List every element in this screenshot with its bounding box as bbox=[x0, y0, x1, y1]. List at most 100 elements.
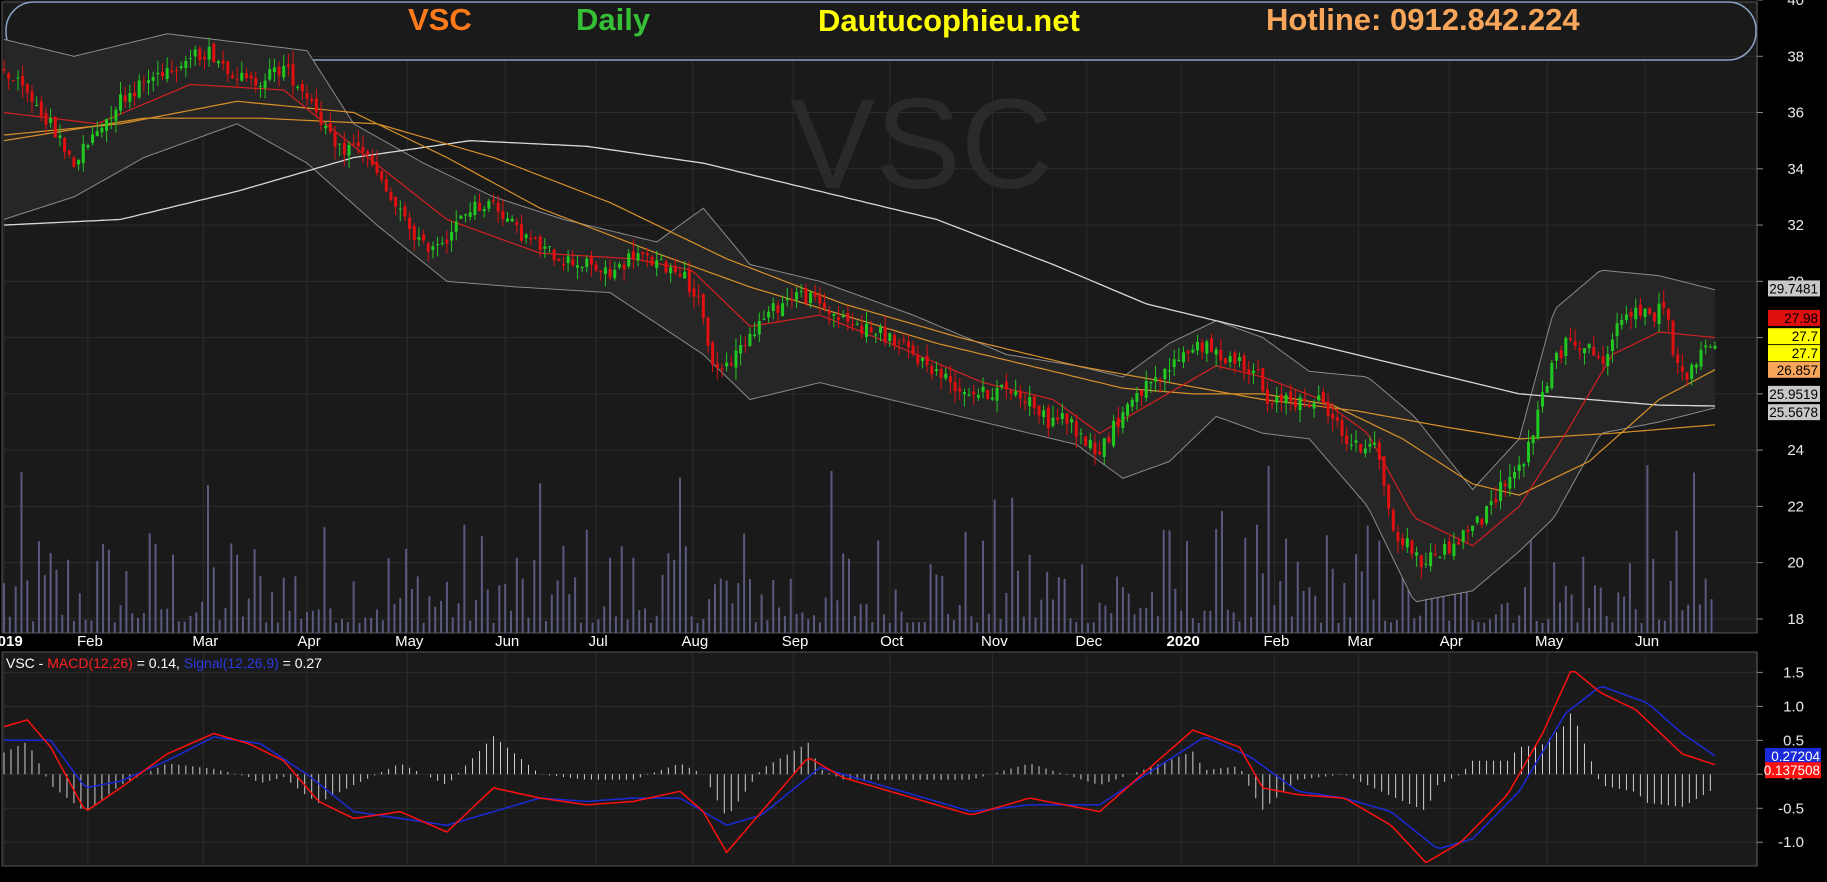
candle-body bbox=[701, 294, 705, 319]
candle-body bbox=[1009, 390, 1013, 394]
candle-body bbox=[1596, 356, 1600, 358]
candle-body bbox=[184, 60, 188, 69]
candle-body bbox=[1471, 525, 1475, 532]
candle-body bbox=[1489, 501, 1493, 506]
macd-tick-label: 0.5 bbox=[1783, 732, 1804, 749]
candle-body bbox=[1018, 391, 1022, 399]
candle-body bbox=[804, 288, 808, 304]
price-tick-label: 20 bbox=[1787, 555, 1804, 572]
candle-body bbox=[91, 134, 95, 143]
candle-body bbox=[398, 208, 402, 210]
candle-body bbox=[1461, 530, 1465, 542]
candle-body bbox=[1396, 532, 1400, 542]
candle-body bbox=[193, 49, 197, 57]
candle-body bbox=[1219, 350, 1223, 361]
candle-body bbox=[272, 67, 276, 72]
candle-body bbox=[1373, 442, 1377, 445]
candle-body bbox=[925, 355, 929, 366]
candle-body bbox=[1545, 385, 1549, 393]
candle-body bbox=[1713, 345, 1717, 349]
x-tick-label: Mar bbox=[192, 633, 218, 650]
candle-body bbox=[1587, 343, 1591, 349]
candle-body bbox=[510, 218, 514, 222]
candle-body bbox=[389, 191, 393, 200]
candle-body bbox=[1368, 443, 1372, 447]
candle-body bbox=[589, 256, 593, 265]
price-tag-label: 26.857 bbox=[1777, 363, 1818, 378]
candle-body bbox=[837, 317, 841, 320]
candle-body bbox=[1149, 381, 1153, 384]
candle-body bbox=[1690, 364, 1694, 379]
stock-chart: VSC VSC Daily Dautucophieu.net Hotline: … bbox=[0, 0, 1827, 882]
candle-body bbox=[739, 345, 743, 354]
candle-body bbox=[240, 72, 244, 81]
candle-body bbox=[216, 61, 220, 64]
candle-body bbox=[1666, 308, 1670, 320]
candle-body bbox=[1102, 438, 1106, 457]
candle-body bbox=[436, 244, 440, 246]
candle-body bbox=[492, 200, 496, 202]
candle-body bbox=[962, 391, 966, 395]
candle-body bbox=[1242, 355, 1246, 371]
candle-body bbox=[1513, 472, 1517, 479]
candle-body bbox=[314, 98, 318, 113]
candle-body bbox=[1359, 443, 1363, 452]
candle-body bbox=[72, 157, 76, 167]
candle-body bbox=[1000, 384, 1004, 388]
candle-body bbox=[953, 381, 957, 392]
x-tick-label: Oct bbox=[880, 633, 904, 650]
candle-body bbox=[1303, 398, 1307, 402]
candle-body bbox=[161, 72, 165, 77]
candle-body bbox=[328, 123, 332, 132]
candle-body bbox=[967, 394, 971, 396]
candle-body bbox=[650, 256, 654, 266]
candle-body bbox=[95, 131, 99, 137]
candle-body bbox=[1592, 346, 1596, 356]
candle-body bbox=[818, 294, 822, 304]
candle-body bbox=[561, 263, 565, 266]
price-tag-label: 27.7 bbox=[1792, 329, 1818, 344]
candle-body bbox=[855, 323, 859, 325]
candle-body bbox=[860, 325, 864, 334]
candle-body bbox=[1550, 363, 1554, 389]
candle-body bbox=[1107, 437, 1111, 443]
candle-body bbox=[1032, 396, 1036, 409]
x-tick-label: Nov bbox=[981, 633, 1008, 650]
candle-body bbox=[1564, 338, 1568, 356]
candle-body bbox=[846, 312, 850, 322]
candle-body bbox=[990, 397, 994, 400]
candle-body bbox=[1331, 413, 1335, 419]
price-tick-label: 22 bbox=[1787, 498, 1804, 515]
candle-body bbox=[599, 270, 603, 273]
candle-body bbox=[1056, 417, 1060, 420]
candle-body bbox=[1606, 354, 1610, 367]
candle-body bbox=[1158, 379, 1162, 381]
candle-body bbox=[21, 76, 25, 86]
candle-body bbox=[1662, 302, 1666, 308]
header-interval: Daily bbox=[576, 2, 651, 37]
candle-body bbox=[1046, 407, 1050, 429]
candle-body bbox=[552, 249, 556, 261]
candle-body bbox=[687, 269, 691, 293]
candle-body bbox=[1620, 320, 1624, 326]
candle-body bbox=[468, 212, 472, 217]
candle-body bbox=[692, 288, 696, 297]
candle-body bbox=[1671, 320, 1675, 355]
candle-body bbox=[81, 143, 85, 164]
candle-body bbox=[753, 334, 757, 336]
candle-body bbox=[249, 75, 253, 79]
candle-body bbox=[254, 77, 258, 86]
candle-body bbox=[1554, 352, 1558, 361]
candle-body bbox=[566, 256, 570, 263]
candle-body bbox=[356, 142, 360, 147]
candle-body bbox=[851, 323, 855, 326]
candle-body bbox=[1485, 506, 1489, 524]
candle-body bbox=[366, 151, 370, 155]
candle-body bbox=[1499, 482, 1503, 502]
candle-body bbox=[1652, 312, 1656, 322]
candle-body bbox=[911, 345, 915, 355]
candle-body bbox=[370, 155, 374, 165]
candle-body bbox=[1289, 391, 1293, 402]
candle-body bbox=[1699, 349, 1703, 367]
candle-body bbox=[100, 127, 104, 133]
